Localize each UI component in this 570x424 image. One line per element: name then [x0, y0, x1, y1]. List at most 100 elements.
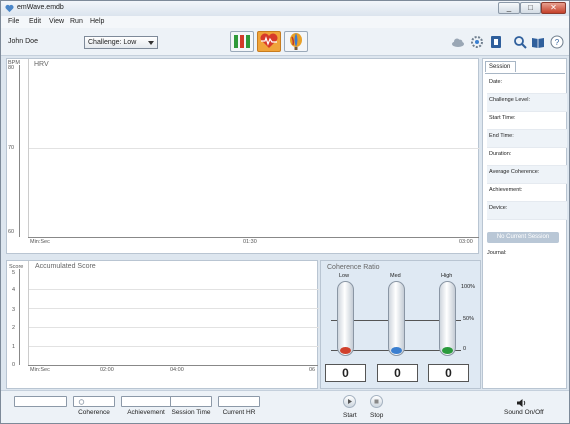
bottom-bar: Coherence Achievement Session Time Curre…: [1, 390, 569, 423]
accum-y-1: 1: [12, 344, 16, 350]
hrv-x-left-label: Min:Sec: [30, 239, 50, 245]
coherence-indicator-icon: [78, 399, 85, 405]
bar-chart-icon: [234, 35, 250, 48]
accumulated-score-panel: Score 5 4 3 2 1 0 Accumulated Score Min:…: [6, 260, 319, 389]
stop-icon: [374, 399, 379, 404]
hrv-panel: BPM 80 70 60 HRV Min:Sec 01:30 03:00: [6, 58, 480, 254]
session-time-label: Session Time: [171, 409, 211, 416]
accum-x-2: 04:00: [170, 367, 184, 373]
info-book-icon[interactable]: [489, 35, 503, 49]
accum-y-0: 0: [12, 362, 16, 368]
coherence-low-value: 0: [325, 364, 366, 382]
session-field-end-time: End Time:: [487, 130, 567, 148]
accum-y-3: 3: [12, 307, 16, 313]
accum-y-axis: [19, 269, 20, 365]
app-window: emWave.emdb _ □ ✕ File Edit View Run Hel…: [0, 0, 570, 424]
balloon-icon: [290, 33, 302, 50]
session-field-duration: Duration:: [487, 148, 567, 166]
coherence-display: [73, 396, 115, 407]
accum-gridline: [29, 346, 319, 347]
menu-help[interactable]: Help: [90, 18, 104, 25]
toolbar: John Doe Challenge: Low ?: [1, 28, 569, 56]
app-heart-icon: [5, 4, 14, 13]
accum-title: Accumulated Score: [35, 263, 96, 270]
svg-text:?: ?: [555, 38, 560, 47]
play-icon: [348, 399, 352, 404]
accum-gridline: [29, 289, 319, 290]
coherence-high-tube: [439, 281, 456, 356]
coherence-med-label: Med: [390, 273, 401, 279]
achievement-field: [121, 396, 171, 407]
coherence-score-field: [14, 396, 67, 407]
coherence-scale-0: 0: [463, 346, 467, 352]
challenge-dropdown[interactable]: Challenge: Low: [84, 36, 158, 49]
accum-x-3: 06: [309, 367, 316, 373]
coherence-label: Coherence: [78, 409, 110, 416]
chevron-down-icon: [148, 41, 154, 45]
coherence-scale-100: 100%: [461, 284, 476, 290]
coherence-med-value: 0: [377, 364, 418, 382]
coherence-ratio-panel: Coherence Ratio Low Med High 100% 50% 0 …: [320, 260, 481, 389]
stop-button[interactable]: [370, 395, 383, 408]
accum-x-1: 02:00: [100, 367, 114, 373]
minimize-button[interactable]: _: [498, 2, 520, 14]
heart-wave-view-button[interactable]: [257, 31, 281, 52]
session-field-achievement: Achievement:: [487, 184, 567, 202]
menu-bar: File Edit View Run Help: [1, 16, 569, 28]
hrv-gridline: [29, 148, 480, 149]
sound-toggle-label[interactable]: Sound On/Off: [504, 409, 544, 416]
balloon-view-button[interactable]: [284, 31, 308, 52]
coherence-title: Coherence Ratio: [327, 264, 380, 271]
window-title: emWave.emdb: [17, 4, 64, 11]
speaker-icon[interactable]: [516, 398, 527, 408]
hrv-y-top-label: 80: [8, 65, 15, 71]
menu-file[interactable]: File: [8, 18, 19, 25]
session-panel: Session Date: Challenge Level: Start Tim…: [482, 58, 567, 389]
session-field-average-coherence: Average Coherence:: [487, 166, 567, 184]
accum-y-2: 2: [12, 325, 16, 331]
start-button[interactable]: [343, 395, 356, 408]
menu-edit[interactable]: Edit: [29, 18, 41, 25]
title-bar: emWave.emdb _ □ ✕: [1, 1, 569, 16]
hrv-y-axis: [19, 65, 20, 237]
coherence-high-value: 0: [428, 364, 469, 382]
open-book-icon[interactable]: [531, 35, 545, 49]
stop-label: Stop: [370, 412, 384, 419]
close-button[interactable]: ✕: [541, 2, 566, 14]
help-icon[interactable]: ?: [550, 35, 564, 49]
hrv-title: HRV: [34, 61, 49, 68]
current-hr-field: [218, 396, 260, 407]
settings-gear-icon[interactable]: [470, 35, 484, 49]
accum-x-0: Min:Sec: [30, 367, 50, 373]
coherence-low-tube: [337, 281, 354, 356]
menu-run[interactable]: Run: [70, 18, 83, 25]
maximize-button[interactable]: □: [520, 2, 541, 14]
session-field-device: Device:: [487, 202, 567, 220]
current-hr-label: Current HR: [222, 409, 256, 416]
bar-view-button[interactable]: [230, 31, 254, 52]
heart-wave-icon: [260, 33, 278, 48]
session-field-start-time: Start Time:: [487, 112, 567, 130]
accum-plot-area: Accumulated Score: [28, 261, 319, 365]
high-bulb: [442, 347, 453, 354]
user-name[interactable]: John Doe: [8, 38, 38, 45]
search-icon[interactable]: [513, 35, 527, 49]
journal-label: Journal:: [487, 250, 507, 256]
menu-view[interactable]: View: [49, 18, 64, 25]
accum-y-4: 4: [12, 287, 16, 293]
accum-x-axis: [28, 365, 318, 366]
tab-session[interactable]: Session: [485, 61, 516, 72]
hrv-y-60-label: 60: [8, 229, 15, 235]
session-field-date: Date:: [487, 76, 567, 94]
cloud-icon[interactable]: [451, 35, 465, 49]
session-time-field: [170, 396, 212, 407]
hrv-x-mid-label: 01:30: [243, 239, 257, 245]
coherence-high-label: High: [441, 273, 453, 279]
session-fields: Date: Challenge Level: Start Time: End T…: [485, 73, 567, 229]
coherence-med-tube: [388, 281, 405, 356]
start-label: Start: [343, 412, 357, 419]
no-current-session-badge: No Current Session: [487, 232, 559, 243]
coherence-scale-50: 50%: [463, 316, 475, 322]
hrv-x-axis: [28, 237, 479, 238]
hrv-plot-area: HRV: [28, 59, 480, 237]
